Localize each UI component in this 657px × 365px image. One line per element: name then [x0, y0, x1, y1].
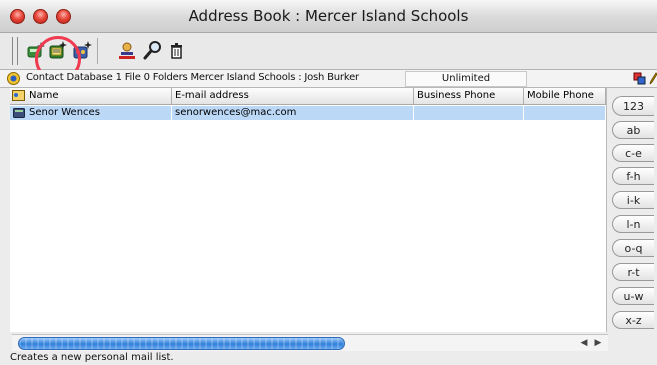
window-title: Address Book : Mercer Island Schools — [188, 7, 469, 25]
toolbar-grip[interactable] — [12, 37, 18, 65]
table-row[interactable]: Senor Wences senorwences@mac.com — [10, 106, 606, 120]
scroll-left-arrow-icon[interactable]: ◀ — [578, 337, 590, 349]
column-header-business-phone[interactable]: Business Phone — [414, 88, 524, 104]
database-info-text: Contact Database 1 File 0 Folders Mercer… — [26, 72, 359, 83]
index-tab-c-e[interactable]: c-e — [612, 144, 654, 162]
index-tab-o-q[interactable]: o-q — [612, 239, 654, 257]
column-header-email[interactable]: E-mail address — [172, 88, 414, 104]
index-tab-l-n[interactable]: l-n — [612, 215, 654, 233]
storage-limit: Unlimited — [405, 71, 527, 87]
column-header-name[interactable]: Name — [10, 88, 172, 104]
horizontal-scrollbar[interactable]: ◀ ▶ — [12, 334, 608, 351]
toolbar — [0, 33, 657, 70]
trash-icon — [171, 43, 182, 59]
index-tab-i-k[interactable]: i-k — [612, 191, 654, 209]
contact-business-phone-cell — [414, 106, 524, 120]
index-tab-r-t[interactable]: r-t — [612, 263, 654, 281]
table-header: Name E-mail address Business Phone Mobil… — [10, 88, 606, 105]
card-icon — [12, 90, 25, 101]
index-tab-x-z[interactable]: x-z — [612, 311, 654, 329]
contacts-table: Name E-mail address Business Phone Mobil… — [10, 88, 607, 332]
database-info-bar: Contact Database 1 File 0 Folders Mercer… — [0, 70, 657, 88]
status-text: Creates a new personal mail list. — [10, 352, 174, 363]
contact-name-cell: Senor Wences — [10, 106, 172, 120]
directory-icon — [119, 42, 135, 59]
scrollbar-thumb[interactable] — [18, 337, 345, 350]
window-options-icon[interactable] — [633, 72, 646, 85]
address-book-window: Address Book : Mercer Island Schools Con… — [0, 0, 657, 365]
contact-card-icon — [13, 108, 25, 118]
index-tab-u-w[interactable]: u-w — [612, 287, 654, 305]
delete-button[interactable] — [166, 39, 188, 61]
index-tab-ab[interactable]: ab — [612, 121, 654, 139]
index-tab-f-h[interactable]: f-h — [612, 167, 654, 185]
index-tab-123[interactable]: 123 — [612, 96, 654, 116]
search-button[interactable] — [142, 39, 164, 61]
column-header-mobile-phone[interactable]: Mobile Phone — [524, 88, 606, 104]
contact-mobile-phone-cell — [524, 106, 606, 120]
scroll-right-arrow-icon[interactable]: ▶ — [592, 337, 604, 349]
search-icon — [143, 41, 161, 60]
pencil-icon[interactable] — [649, 72, 657, 85]
contact-email-cell: senorwences@mac.com — [172, 106, 414, 120]
database-icon — [7, 72, 20, 85]
directory-button[interactable] — [117, 39, 139, 61]
toolbar-separator — [97, 38, 98, 64]
title-bar: Address Book : Mercer Island Schools — [0, 0, 657, 33]
